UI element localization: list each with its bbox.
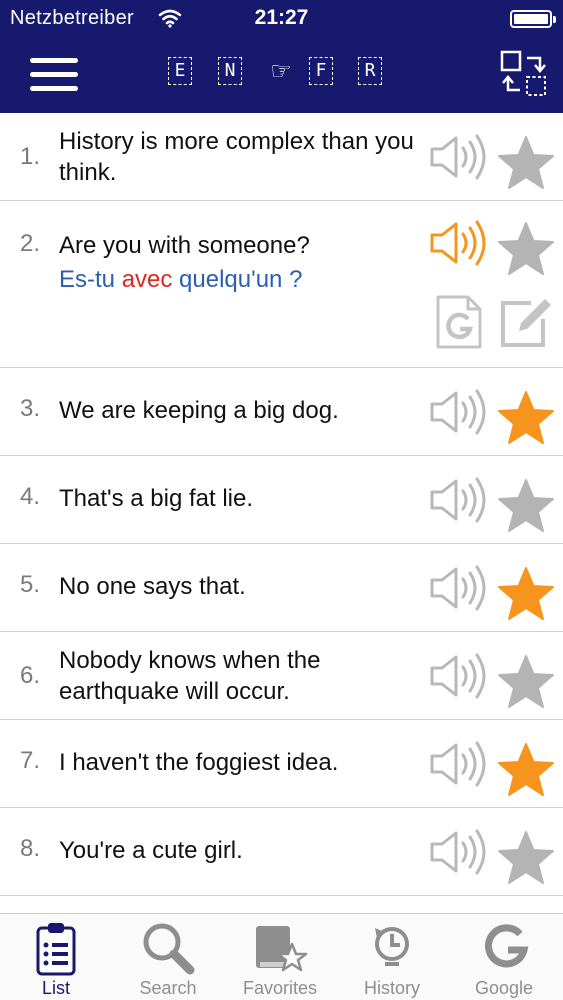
sentence-row[interactable]: 6. Nobody knows when the earthquake will … xyxy=(0,632,563,720)
tab-favorites-label: Favorites xyxy=(242,978,318,998)
sentence-text[interactable]: Are you with someone? xyxy=(59,230,419,261)
speaker-icon[interactable] xyxy=(428,475,488,525)
lang-source-2[interactable]: N xyxy=(218,57,242,85)
magnifier-icon xyxy=(143,923,195,975)
speaker-icon[interactable] xyxy=(428,218,488,268)
lang-source-1[interactable]: E xyxy=(168,57,192,85)
translation-highlighted-word: avec xyxy=(121,266,173,293)
favorite-star-icon[interactable] xyxy=(496,220,556,278)
sentence-row[interactable]: 4. That's a big fat lie. xyxy=(0,456,563,544)
clock: 21:27 xyxy=(254,6,309,29)
sentence-translation: Es-tu avec quelqu'un ? xyxy=(59,266,302,294)
tab-google[interactable]: Google xyxy=(448,914,560,1000)
favorite-star-icon[interactable] xyxy=(496,389,556,447)
sentence-row[interactable]: 1. History is more complex than you think… xyxy=(0,113,563,201)
tab-search[interactable]: Search xyxy=(112,914,224,1000)
sentence-text[interactable]: That's a big fat lie. xyxy=(59,483,419,514)
sentence-text[interactable]: Nobody knows when the earthquake will oc… xyxy=(59,645,419,707)
tab-list[interactable]: List xyxy=(0,914,112,1000)
battery-icon xyxy=(510,10,556,28)
favorite-star-icon[interactable] xyxy=(496,477,556,535)
sentence-text[interactable]: You're a cute girl. xyxy=(59,835,419,866)
sentence-number: 6. xyxy=(20,662,41,689)
sentence-text[interactable]: No one says that. xyxy=(59,571,419,602)
sentence-text[interactable]: History is more complex than you think. xyxy=(59,126,419,188)
favorite-star-icon[interactable] xyxy=(496,741,556,799)
google-translate-icon[interactable] xyxy=(434,293,484,351)
tab-history[interactable]: History xyxy=(336,914,448,1000)
switch-direction-icon[interactable] xyxy=(500,50,548,98)
favorite-star-icon[interactable] xyxy=(496,653,556,711)
app-header: Netzbetreiber 21:27 E N ☞ F R xyxy=(0,0,563,113)
sentence-number: 4. xyxy=(20,483,41,510)
favorite-star-icon[interactable] xyxy=(496,565,556,623)
tab-history-label: History xyxy=(363,978,420,998)
sentence-text[interactable]: We are keeping a big dog. xyxy=(59,395,419,426)
speaker-icon[interactable] xyxy=(428,651,488,701)
favorite-star-icon[interactable] xyxy=(496,829,556,887)
sentence-number: 3. xyxy=(20,395,41,422)
tab-google-label: Google xyxy=(474,978,534,998)
speaker-icon[interactable] xyxy=(428,387,488,437)
google-g-icon xyxy=(485,924,529,968)
tab-favorites[interactable]: Favorites xyxy=(224,914,336,1000)
clock-history-icon xyxy=(375,927,409,966)
speaker-icon[interactable] xyxy=(428,132,488,182)
speaker-icon[interactable] xyxy=(428,739,488,789)
sentence-text[interactable]: I haven't the foggiest idea. xyxy=(59,747,419,778)
sentence-number: 2. xyxy=(20,230,41,257)
tab-list-label: List xyxy=(41,978,70,998)
sentence-number: 8. xyxy=(20,835,41,862)
speaker-icon[interactable] xyxy=(428,563,488,613)
swap-languages-icon[interactable]: ☞ xyxy=(262,58,300,88)
lang-target-1[interactable]: F xyxy=(309,57,333,85)
translation-text-after: quelqu'un ? xyxy=(172,266,303,293)
sentence-row[interactable]: 7. I haven't the foggiest idea. xyxy=(0,720,563,808)
sentence-number: 1. xyxy=(20,143,41,170)
sentence-row[interactable]: 5. No one says that. xyxy=(0,544,563,632)
menu-button[interactable] xyxy=(30,54,78,94)
sentence-number: 7. xyxy=(20,747,41,774)
sentence-row[interactable]: 8. You're a cute girl. xyxy=(0,808,563,896)
tab-search-label: Search xyxy=(139,978,197,998)
translation-text-before: Es-tu xyxy=(59,266,122,293)
sentence-row[interactable]: 2. Are you with someone? Es-tu avec quelqu… xyxy=(0,201,563,368)
edit-icon[interactable] xyxy=(497,293,555,351)
book-star-icon xyxy=(256,926,308,972)
favorite-star-icon[interactable] xyxy=(496,134,556,192)
nav-bar: E N ☞ F R xyxy=(0,36,563,113)
tab-bar: List Search Favorites History Google xyxy=(0,913,563,1000)
speaker-icon[interactable] xyxy=(428,827,488,877)
sentence-row[interactable]: 3. We are keeping a big dog. xyxy=(0,368,563,456)
sentence-list: 1. History is more complex than you think… xyxy=(0,113,563,896)
status-bar: Netzbetreiber 21:27 xyxy=(0,0,563,36)
sentence-number: 5. xyxy=(20,571,41,598)
clipboard-list-icon xyxy=(36,923,76,976)
lang-target-2[interactable]: R xyxy=(358,57,382,85)
